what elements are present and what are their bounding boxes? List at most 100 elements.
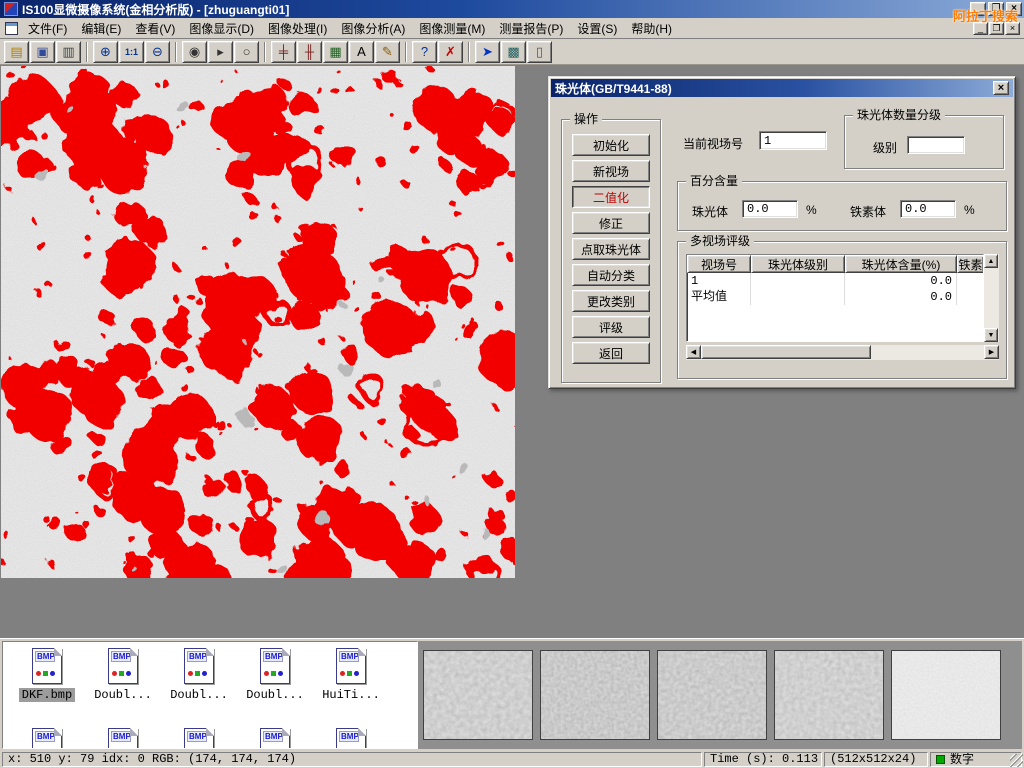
cell-ferrite (957, 289, 983, 305)
dialog-close-icon[interactable]: × (993, 81, 1009, 95)
save-icon[interactable]: ▣ (30, 41, 55, 63)
op-button-5[interactable]: 点取珠光体 (572, 238, 650, 260)
op-button-7[interactable]: 更改类别 (572, 290, 650, 312)
op-button-8[interactable]: 评级 (572, 316, 650, 338)
toolbar-separator (86, 42, 88, 62)
op-button-9[interactable]: 返回 (572, 342, 650, 364)
micrograph-image[interactable] (1, 66, 515, 578)
page-fold-icon (358, 728, 366, 736)
table-horizontal-scrollbar[interactable]: ◀ ▶ (686, 345, 999, 360)
close-button[interactable]: × (1006, 2, 1022, 16)
pearlite-percent-input[interactable] (742, 200, 798, 218)
zoom-in-icon[interactable]: ⊕ (93, 41, 118, 63)
header-ferrite[interactable]: 铁素 (957, 255, 983, 273)
scroll-up-icon[interactable]: ▲ (984, 254, 998, 268)
menu-edit[interactable]: 编辑(E) (74, 17, 128, 40)
menu-file[interactable]: 文件(F) (21, 17, 74, 40)
menu-image-process[interactable]: 图像处理(I) (261, 17, 334, 40)
table-vertical-scrollbar[interactable]: ▲ ▼ (984, 254, 999, 342)
file-item[interactable]: BMPDoubl... (161, 648, 237, 702)
annotate-icon[interactable]: ✎ (375, 41, 400, 63)
video-icon[interactable]: ▸ (208, 41, 233, 63)
file-item-partial[interactable]: BMP (313, 728, 389, 749)
op-button-2[interactable]: 新视场 (572, 160, 650, 182)
cell-field: 平均值 (687, 289, 751, 305)
menu-view[interactable]: 查看(V) (128, 17, 182, 40)
ferrite-percent-input[interactable] (900, 200, 956, 218)
open-icon[interactable]: ▤ (4, 41, 29, 63)
level-input[interactable] (907, 136, 965, 154)
file-list[interactable]: BMPDKF.bmpBMPDoubl...BMPDoubl...BMPDoubl… (2, 641, 418, 749)
scroll-left-icon[interactable]: ◀ (686, 345, 701, 359)
op-button-6[interactable]: 自动分类 (572, 264, 650, 286)
rating-table[interactable]: 视场号 珠光体级别 珠光体含量(%) 铁素 1 0.0 平均值 (686, 254, 984, 342)
micrograph-thumbnail[interactable] (423, 650, 533, 740)
menu-help[interactable]: 帮助(H) (624, 17, 679, 40)
micrograph-thumbnail[interactable] (891, 650, 1001, 740)
page-fold-icon (358, 648, 366, 656)
bmp-badge: BMP (339, 731, 359, 742)
zoom-out-icon[interactable]: ⊖ (145, 41, 170, 63)
file-item[interactable]: BMPDKF.bmp (9, 648, 85, 702)
micrograph-thumbnail[interactable] (540, 650, 650, 740)
page-fold-icon (130, 648, 138, 656)
delete-measure-icon[interactable]: ✗ (438, 41, 463, 63)
mdi-minimize-button[interactable]: _ (973, 22, 988, 35)
file-item-partial[interactable]: BMP (161, 728, 237, 749)
file-item[interactable]: BMPHuiTi... (313, 648, 389, 702)
minimize-button[interactable]: _ (970, 2, 986, 16)
current-field-input[interactable] (759, 131, 827, 150)
scroll-right-icon[interactable]: ▶ (984, 345, 999, 359)
paint-art-icon (36, 743, 57, 749)
file-item-partial[interactable]: BMP (85, 728, 161, 749)
table-row[interactable]: 平均值 0.0 (687, 289, 983, 305)
file-name: HuiTi... (319, 688, 383, 702)
op-button-3[interactable]: 二值化 (572, 186, 650, 208)
scrollbar-thumb[interactable] (701, 345, 871, 359)
caliper-vertical-icon[interactable]: ╫ (297, 41, 322, 63)
header-field[interactable]: 视场号 (687, 255, 751, 273)
menu-settings[interactable]: 设置(S) (570, 17, 624, 40)
page-fold-icon (54, 648, 62, 656)
table-row[interactable]: 1 0.0 (687, 273, 983, 289)
percent-group-label: 百分含量 (686, 174, 742, 188)
cursor-position-status: x: 510 y: 79 idx: 0 RGB: (174, 174, 174) (2, 752, 702, 767)
file-item-partial[interactable]: BMP (237, 728, 313, 749)
header-grade[interactable]: 珠光体级别 (751, 255, 845, 273)
menu-measure-report[interactable]: 测量报告(P) (492, 17, 570, 40)
caliper-horizontal-icon[interactable]: ╪ (271, 41, 296, 63)
resize-grip[interactable] (1010, 754, 1023, 767)
scroll-down-icon[interactable]: ▼ (984, 328, 998, 342)
cell-field: 1 (687, 273, 751, 289)
snapshot-icon[interactable]: ○ (234, 41, 259, 63)
file-item[interactable]: BMPDoubl... (85, 648, 161, 702)
grid-measure-icon[interactable]: ▦ (323, 41, 348, 63)
menu-image-measure[interactable]: 图像测量(M) (412, 17, 492, 40)
cell-grade (751, 273, 845, 289)
help-icon[interactable]: ? (412, 41, 437, 63)
mdi-close-button[interactable]: × (1005, 22, 1020, 35)
hatch-icon[interactable]: ▩ (501, 41, 526, 63)
grading-group-label: 珠光体数量分级 (853, 108, 945, 122)
file-name: DKF.bmp (19, 688, 75, 702)
micrograph-thumbnail[interactable] (774, 650, 884, 740)
file-item[interactable]: BMPDoubl... (237, 648, 313, 702)
text-label-icon[interactable]: A (349, 41, 374, 63)
print-icon[interactable]: ▥ (56, 41, 81, 63)
op-button-1[interactable]: 初始化 (572, 134, 650, 156)
ruler-icon[interactable]: ▯ (527, 41, 552, 63)
child-document-icon[interactable] (5, 22, 18, 35)
op-button-4[interactable]: 修正 (572, 212, 650, 234)
dialog-title-bar[interactable]: 珠光体(GB/T9441-88) × (551, 79, 1013, 97)
pointer-icon[interactable]: ➤ (475, 41, 500, 63)
micrograph-thumbnail[interactable] (657, 650, 767, 740)
menu-image-analysis[interactable]: 图像分析(A) (334, 17, 412, 40)
scrollbar-track[interactable] (871, 345, 984, 360)
camera-icon[interactable]: ◉ (182, 41, 207, 63)
actual-size-icon[interactable]: 1:1 (119, 41, 144, 63)
file-item-partial[interactable]: BMP (9, 728, 85, 749)
menu-image-display[interactable]: 图像显示(D) (182, 17, 261, 40)
header-content[interactable]: 珠光体含量(%) (845, 255, 957, 273)
mdi-restore-button[interactable]: ❐ (989, 22, 1004, 35)
restore-button[interactable]: ❐ (988, 2, 1004, 16)
